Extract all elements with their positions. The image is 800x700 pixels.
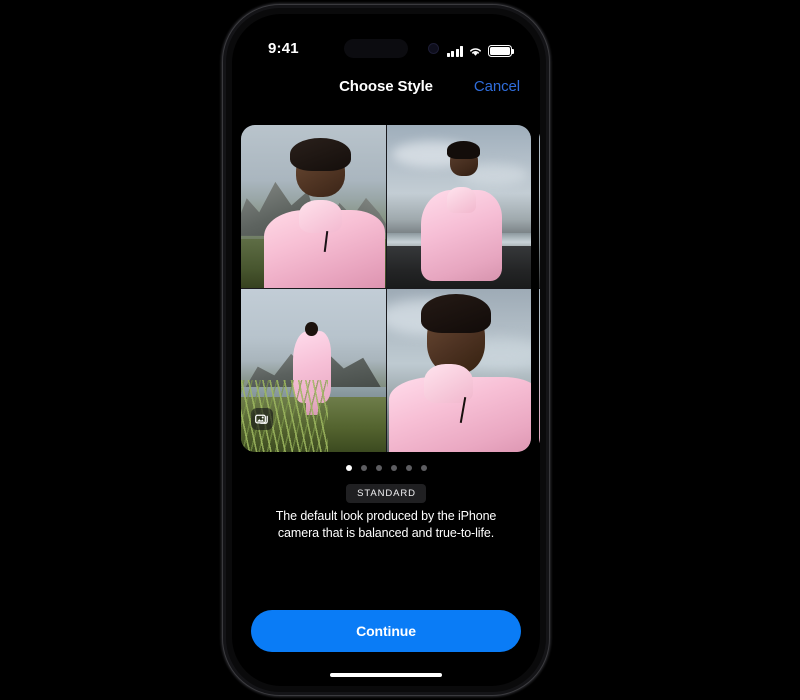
photo-stack-glyph: [255, 414, 268, 424]
style-description: The default look produced by the iPhone …: [275, 509, 497, 540]
status-bar: 9:41: [232, 38, 540, 60]
page-dot-2[interactable]: [360, 465, 367, 471]
photo-black-sand-beach-standing[interactable]: [386, 125, 531, 288]
page-dot-6[interactable]: [420, 465, 427, 471]
wifi-icon: [470, 48, 481, 56]
photo-portrait-mountains-selfie[interactable]: [241, 125, 386, 288]
page-dot-5[interactable]: [405, 465, 412, 471]
dynamic-island: [344, 39, 408, 58]
cellular-signal-icon: [446, 46, 463, 57]
style-preview-carousel[interactable]: [232, 125, 540, 452]
home-indicator[interactable]: [330, 673, 442, 677]
style-name-badge: STANDARD: [346, 484, 426, 503]
page-dot-1[interactable]: [345, 465, 352, 471]
page-dot-3[interactable]: [375, 465, 382, 471]
standard-style-preview-card[interactable]: [241, 125, 531, 452]
next-style-preview-card[interactable]: [539, 125, 540, 452]
screenshot-root: 9:41 Choose Style Cancel STANDARD The de…: [0, 0, 800, 700]
phone-screen: 9:41 Choose Style Cancel STANDARD The de…: [232, 14, 540, 686]
photo-ocean-cloud-crop[interactable]: [539, 125, 540, 288]
continue-button[interactable]: Continue: [251, 610, 521, 652]
navigation-bar: Choose Style Cancel: [232, 71, 540, 103]
status-time: 9:41: [268, 40, 299, 57]
page-dot-4[interactable]: [390, 465, 397, 471]
battery-full-icon: [488, 45, 514, 57]
next-photo-grid: [539, 125, 540, 452]
photo-closeup-portrait-clouds[interactable]: [386, 289, 531, 452]
photo-stack-icon[interactable]: [251, 408, 273, 430]
style-name-container: STANDARD: [232, 484, 540, 503]
front-camera-dot: [428, 43, 439, 54]
photo-grid: [241, 125, 531, 452]
photo-grass-field-wide-shot[interactable]: [241, 289, 386, 452]
status-indicators: [446, 41, 514, 57]
cancel-button[interactable]: Cancel: [474, 71, 520, 103]
photo-pink-garment-crop[interactable]: [539, 289, 540, 452]
page-dots[interactable]: [232, 465, 540, 471]
